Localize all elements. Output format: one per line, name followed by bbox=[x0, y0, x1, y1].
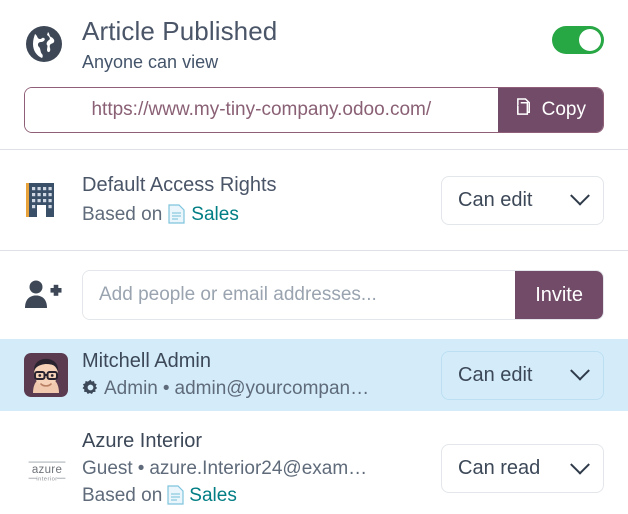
member-separator: • bbox=[163, 377, 170, 402]
document-icon bbox=[168, 204, 185, 227]
invite-input-group: Invite bbox=[82, 270, 604, 320]
chevron-down-icon bbox=[570, 455, 590, 475]
document-icon bbox=[167, 485, 184, 508]
member-permission-select-mitchell-admin[interactable]: Can edit bbox=[441, 351, 604, 400]
member-name: Azure Interior bbox=[82, 429, 431, 454]
member-name: Mitchell Admin bbox=[82, 349, 431, 374]
member-text-mitchell-admin: Mitchell Admin Admin • admin@yourcompan… bbox=[82, 349, 431, 402]
member-row-azure-interior[interactable]: azure interior Azure Interior Guest • az… bbox=[0, 411, 628, 514]
member-role: Admin bbox=[104, 377, 158, 402]
permission-value: Can edit bbox=[458, 189, 533, 212]
globe-icon bbox=[24, 14, 82, 64]
publish-text-group: Article Published Anyone can view bbox=[82, 14, 552, 73]
default-access-permission-wrap: Can edit bbox=[431, 176, 604, 225]
svg-text:interior: interior bbox=[36, 476, 57, 482]
based-on-label: Based on bbox=[82, 203, 162, 228]
default-access-subtitle: Based on Sales bbox=[82, 203, 431, 228]
permission-value: Can read bbox=[458, 457, 540, 480]
member-based-on: Based on Sales bbox=[82, 484, 431, 509]
svg-text:azure: azure bbox=[32, 464, 62, 476]
invite-row: Invite bbox=[0, 251, 628, 339]
member-subtitle: Guest • azure.Interior24@exam… bbox=[82, 457, 431, 482]
copy-button-label: Copy bbox=[542, 99, 586, 121]
share-url-input[interactable] bbox=[25, 88, 498, 132]
toggle-knob bbox=[579, 29, 601, 51]
member-role: Guest bbox=[82, 457, 133, 482]
chevron-down-icon bbox=[570, 361, 590, 381]
publish-title: Article Published bbox=[82, 16, 552, 47]
publish-header: Article Published Anyone can view bbox=[24, 14, 604, 73]
member-permission-wrap-mitchell-admin: Can edit bbox=[431, 351, 604, 400]
publish-subtitle: Anyone can view bbox=[82, 52, 552, 74]
based-on-sales-link[interactable]: Sales bbox=[189, 484, 237, 509]
avatar bbox=[24, 353, 82, 397]
member-permission-select-azure-interior[interactable]: Can read bbox=[441, 444, 604, 493]
default-access-permission-select[interactable]: Can edit bbox=[441, 176, 604, 225]
member-email: azure.Interior24@exam… bbox=[149, 457, 367, 482]
publish-section: Article Published Anyone can view Copy bbox=[0, 0, 628, 150]
member-subtitle: Admin • admin@yourcompan… bbox=[82, 377, 431, 402]
invite-input-wrap: Invite bbox=[82, 270, 604, 320]
user-avatar bbox=[24, 353, 68, 397]
default-access-title: Default Access Rights bbox=[82, 173, 431, 198]
member-email: admin@yourcompan… bbox=[175, 377, 370, 402]
invite-button[interactable]: Invite bbox=[515, 271, 603, 319]
azure-interior-logo: azure interior bbox=[24, 452, 70, 486]
based-on-sales-link[interactable]: Sales bbox=[191, 203, 239, 228]
member-text-azure-interior: Azure Interior Guest • azure.Interior24@… bbox=[82, 429, 431, 509]
add-person-icon bbox=[24, 279, 82, 311]
copy-icon bbox=[515, 98, 534, 123]
publish-toggle-wrap bbox=[552, 14, 604, 54]
copy-button[interactable]: Copy bbox=[498, 88, 603, 132]
invite-input[interactable] bbox=[83, 271, 515, 319]
share-article-panel: Article Published Anyone can view Copy bbox=[0, 0, 628, 514]
member-permission-wrap-azure-interior: Can read bbox=[431, 444, 604, 493]
office-building-icon bbox=[24, 181, 82, 219]
member-row-mitchell-admin[interactable]: Mitchell Admin Admin • admin@yourcompan…… bbox=[0, 339, 628, 411]
permission-value: Can edit bbox=[458, 364, 533, 387]
avatar: azure interior bbox=[24, 452, 82, 486]
default-access-row: Default Access Rights Based on Sales Can… bbox=[0, 150, 628, 251]
publish-toggle[interactable] bbox=[552, 26, 604, 54]
gear-icon bbox=[82, 379, 99, 399]
default-access-text: Default Access Rights Based on Sales bbox=[82, 173, 431, 228]
share-url-row: Copy bbox=[24, 87, 604, 133]
based-on-label: Based on bbox=[82, 484, 162, 509]
chevron-down-icon bbox=[570, 186, 590, 206]
member-separator: • bbox=[138, 457, 145, 482]
